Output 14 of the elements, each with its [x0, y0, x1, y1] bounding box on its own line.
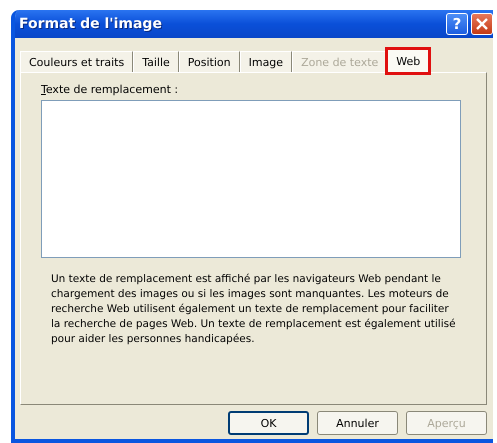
description-text: Un texte de remplacement est affiché par les navigateurs Web pendant le chargement des images ou si les images sont manquantes. Les moteurs de recherche Web utilisent également un texte de remplacement pour faciliter la recherche de pages Web. Un texte de remplacement est également utilisé pour aider les personnes handicapées.	[51, 272, 457, 347]
tab[interactable]: Couleurs et traits	[20, 51, 134, 72]
close-button[interactable]	[471, 13, 493, 35]
close-icon	[476, 18, 488, 30]
window-title: Format de l'image	[19, 16, 163, 32]
help-button[interactable]: ?	[446, 13, 468, 35]
alt-text-field[interactable]	[41, 100, 461, 258]
dialog-button[interactable]: Annuler	[317, 411, 398, 435]
tab[interactable]: Image	[240, 51, 292, 72]
dialog-button[interactable]: OK	[228, 411, 309, 435]
tab[interactable]: Taille	[133, 51, 179, 72]
tab[interactable]: Web	[387, 49, 430, 73]
field-label: Texte de remplacement :	[41, 83, 180, 96]
tab[interactable]: Position	[178, 51, 240, 72]
